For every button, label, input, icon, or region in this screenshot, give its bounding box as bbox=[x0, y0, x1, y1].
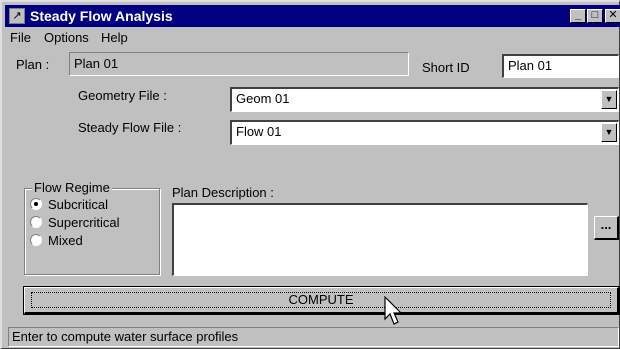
plan-field[interactable]: Plan 01 bbox=[69, 52, 409, 76]
minimize-icon: _ bbox=[574, 9, 582, 21]
compute-label: COMPUTE bbox=[31, 292, 611, 308]
plan-label: Plan : bbox=[16, 57, 50, 72]
app-icon[interactable]: ↗ bbox=[9, 8, 25, 24]
window-title: Steady Flow Analysis bbox=[30, 8, 173, 24]
menu-options[interactable]: Options bbox=[44, 30, 89, 45]
flow-file-value: Flow 01 bbox=[236, 124, 282, 139]
radio-selected-icon[interactable] bbox=[30, 198, 42, 210]
radio-label: Supercritical bbox=[48, 215, 120, 230]
status-bar: Enter to compute water surface profiles bbox=[8, 327, 619, 347]
flow-file-dropdown[interactable]: Flow 01 ▼ bbox=[230, 120, 619, 145]
short-id-input[interactable]: Plan 01 bbox=[502, 54, 619, 78]
plan-description-textarea[interactable] bbox=[172, 203, 588, 276]
radio-label: Subcritical bbox=[48, 197, 108, 212]
close-button[interactable]: ✕ bbox=[605, 9, 620, 23]
short-id-value: Plan 01 bbox=[508, 58, 553, 73]
radio-unselected-icon[interactable] bbox=[30, 234, 42, 246]
ellipsis-icon: ... bbox=[600, 217, 612, 232]
flow-file-label: Steady Flow File : bbox=[78, 120, 182, 135]
flow-regime-legend: Flow Regime bbox=[32, 180, 112, 195]
maximize-icon: □ bbox=[591, 9, 599, 21]
geometry-label: Geometry File : bbox=[78, 88, 167, 103]
browse-description-button[interactable]: ... bbox=[594, 216, 619, 240]
menu-file[interactable]: File bbox=[10, 30, 31, 45]
plan-description-label: Plan Description : bbox=[172, 185, 274, 200]
chevron-down-icon[interactable]: ▼ bbox=[601, 90, 617, 109]
plan-value: Plan 01 bbox=[74, 56, 119, 71]
minimize-button[interactable]: _ bbox=[570, 9, 586, 23]
radio-unselected-icon[interactable] bbox=[30, 216, 42, 228]
menu-help[interactable]: Help bbox=[101, 30, 128, 45]
close-icon: ✕ bbox=[608, 9, 618, 21]
steady-flow-window: ↗ Steady Flow Analysis _ □ ✕ File Option… bbox=[0, 0, 620, 349]
maximize-button[interactable]: □ bbox=[587, 9, 603, 23]
compute-button[interactable]: COMPUTE bbox=[23, 286, 620, 315]
chevron-down-icon[interactable]: ▼ bbox=[601, 123, 617, 142]
geometry-dropdown[interactable]: Geom 01 ▼ bbox=[230, 87, 619, 112]
short-id-label: Short ID bbox=[422, 60, 470, 75]
mouse-pointer-icon bbox=[384, 296, 403, 325]
radio-label: Mixed bbox=[48, 233, 83, 248]
status-text: Enter to compute water surface profiles bbox=[12, 329, 239, 344]
title-bar[interactable]: ↗ Steady Flow Analysis _ □ ✕ bbox=[5, 5, 620, 27]
geometry-value: Geom 01 bbox=[236, 91, 290, 106]
